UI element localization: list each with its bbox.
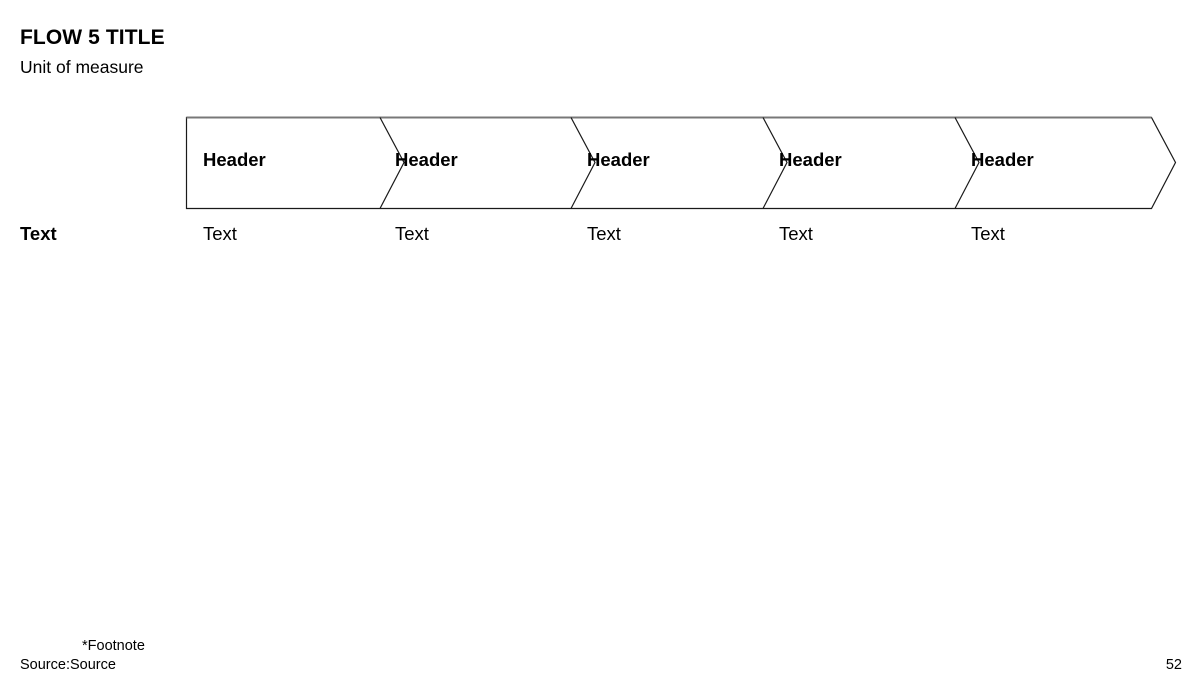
flow-stage-header-1: Header xyxy=(203,149,266,170)
page-subtitle: Unit of measure xyxy=(20,57,144,77)
source-line: Source:Source xyxy=(20,657,116,673)
flow-stage-header-3: Header xyxy=(587,149,650,170)
flow-stage-header-5: Header xyxy=(971,149,1034,170)
flow-stage-header-4: Header xyxy=(779,149,842,170)
flow-stage-text-4: Text xyxy=(779,223,813,244)
flow-row-label: Text xyxy=(20,223,57,244)
flow-stage-header-2: Header xyxy=(395,149,458,170)
flow-stage-text-3: Text xyxy=(587,223,621,244)
flow-diagram: Header Header Header Header Header xyxy=(183,112,1183,216)
flow-text-row: Text Text Text Text Text xyxy=(183,222,1183,248)
footnote: *Footnote xyxy=(82,638,145,654)
flow-stage-text-2: Text xyxy=(395,223,429,244)
page-number: 52 xyxy=(1165,657,1182,673)
slide-canvas: FLOW 5 TITLE Unit of measure Header Head… xyxy=(0,0,1200,680)
flow-stage-text-5: Text xyxy=(971,223,1005,244)
flow-stage-text-1: Text xyxy=(203,223,237,244)
page-title: FLOW 5 TITLE xyxy=(20,26,165,49)
flow-header-labels: Header Header Header Header Header xyxy=(183,112,1183,216)
